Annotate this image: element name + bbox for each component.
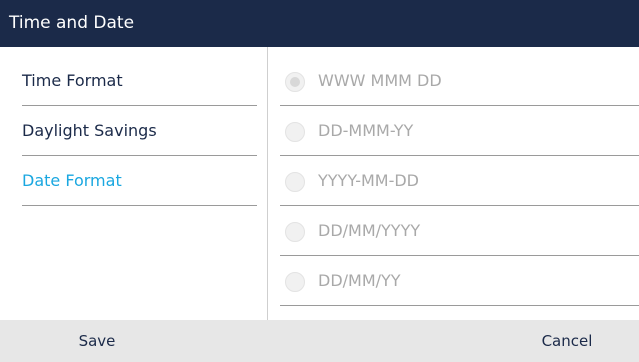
date-format-option[interactable]: DD-MMM-YY [280, 106, 639, 156]
option-label: DD-MMM-YY [318, 121, 414, 140]
option-label: WWW MMM DD [318, 71, 442, 90]
radio-icon[interactable] [285, 222, 305, 242]
menu-item-time-format[interactable]: Time Format [22, 56, 257, 106]
menu-item-daylight-savings[interactable]: Daylight Savings [22, 106, 257, 156]
radio-icon[interactable] [285, 172, 305, 192]
option-label: DD/MM/YYYY [318, 221, 421, 240]
date-format-option[interactable]: DD/MM/YY [280, 256, 639, 306]
softkey-bar: Save Cancel [0, 320, 639, 362]
date-format-option[interactable]: WWW MMM DD [280, 56, 639, 106]
settings-menu: Time Format Daylight Savings Date Format [0, 47, 268, 320]
cancel-button[interactable]: Cancel [522, 320, 612, 362]
radio-icon[interactable] [285, 122, 305, 142]
date-format-option[interactable]: DD/MM/YYYY [280, 206, 639, 256]
radio-icon[interactable] [285, 272, 305, 292]
save-button[interactable]: Save [52, 320, 142, 362]
option-label: YYYY-MM-DD [318, 171, 419, 190]
page-title: Time and Date [0, 0, 639, 47]
menu-item-date-format[interactable]: Date Format [22, 156, 257, 206]
option-label: DD/MM/YY [318, 271, 401, 290]
date-format-option[interactable]: YYYY-MM-DD [280, 156, 639, 206]
radio-selected-icon[interactable] [285, 72, 305, 92]
date-format-options: WWW MMM DD DD-MMM-YY YYYY-MM-DD DD/MM/YY… [268, 47, 639, 320]
